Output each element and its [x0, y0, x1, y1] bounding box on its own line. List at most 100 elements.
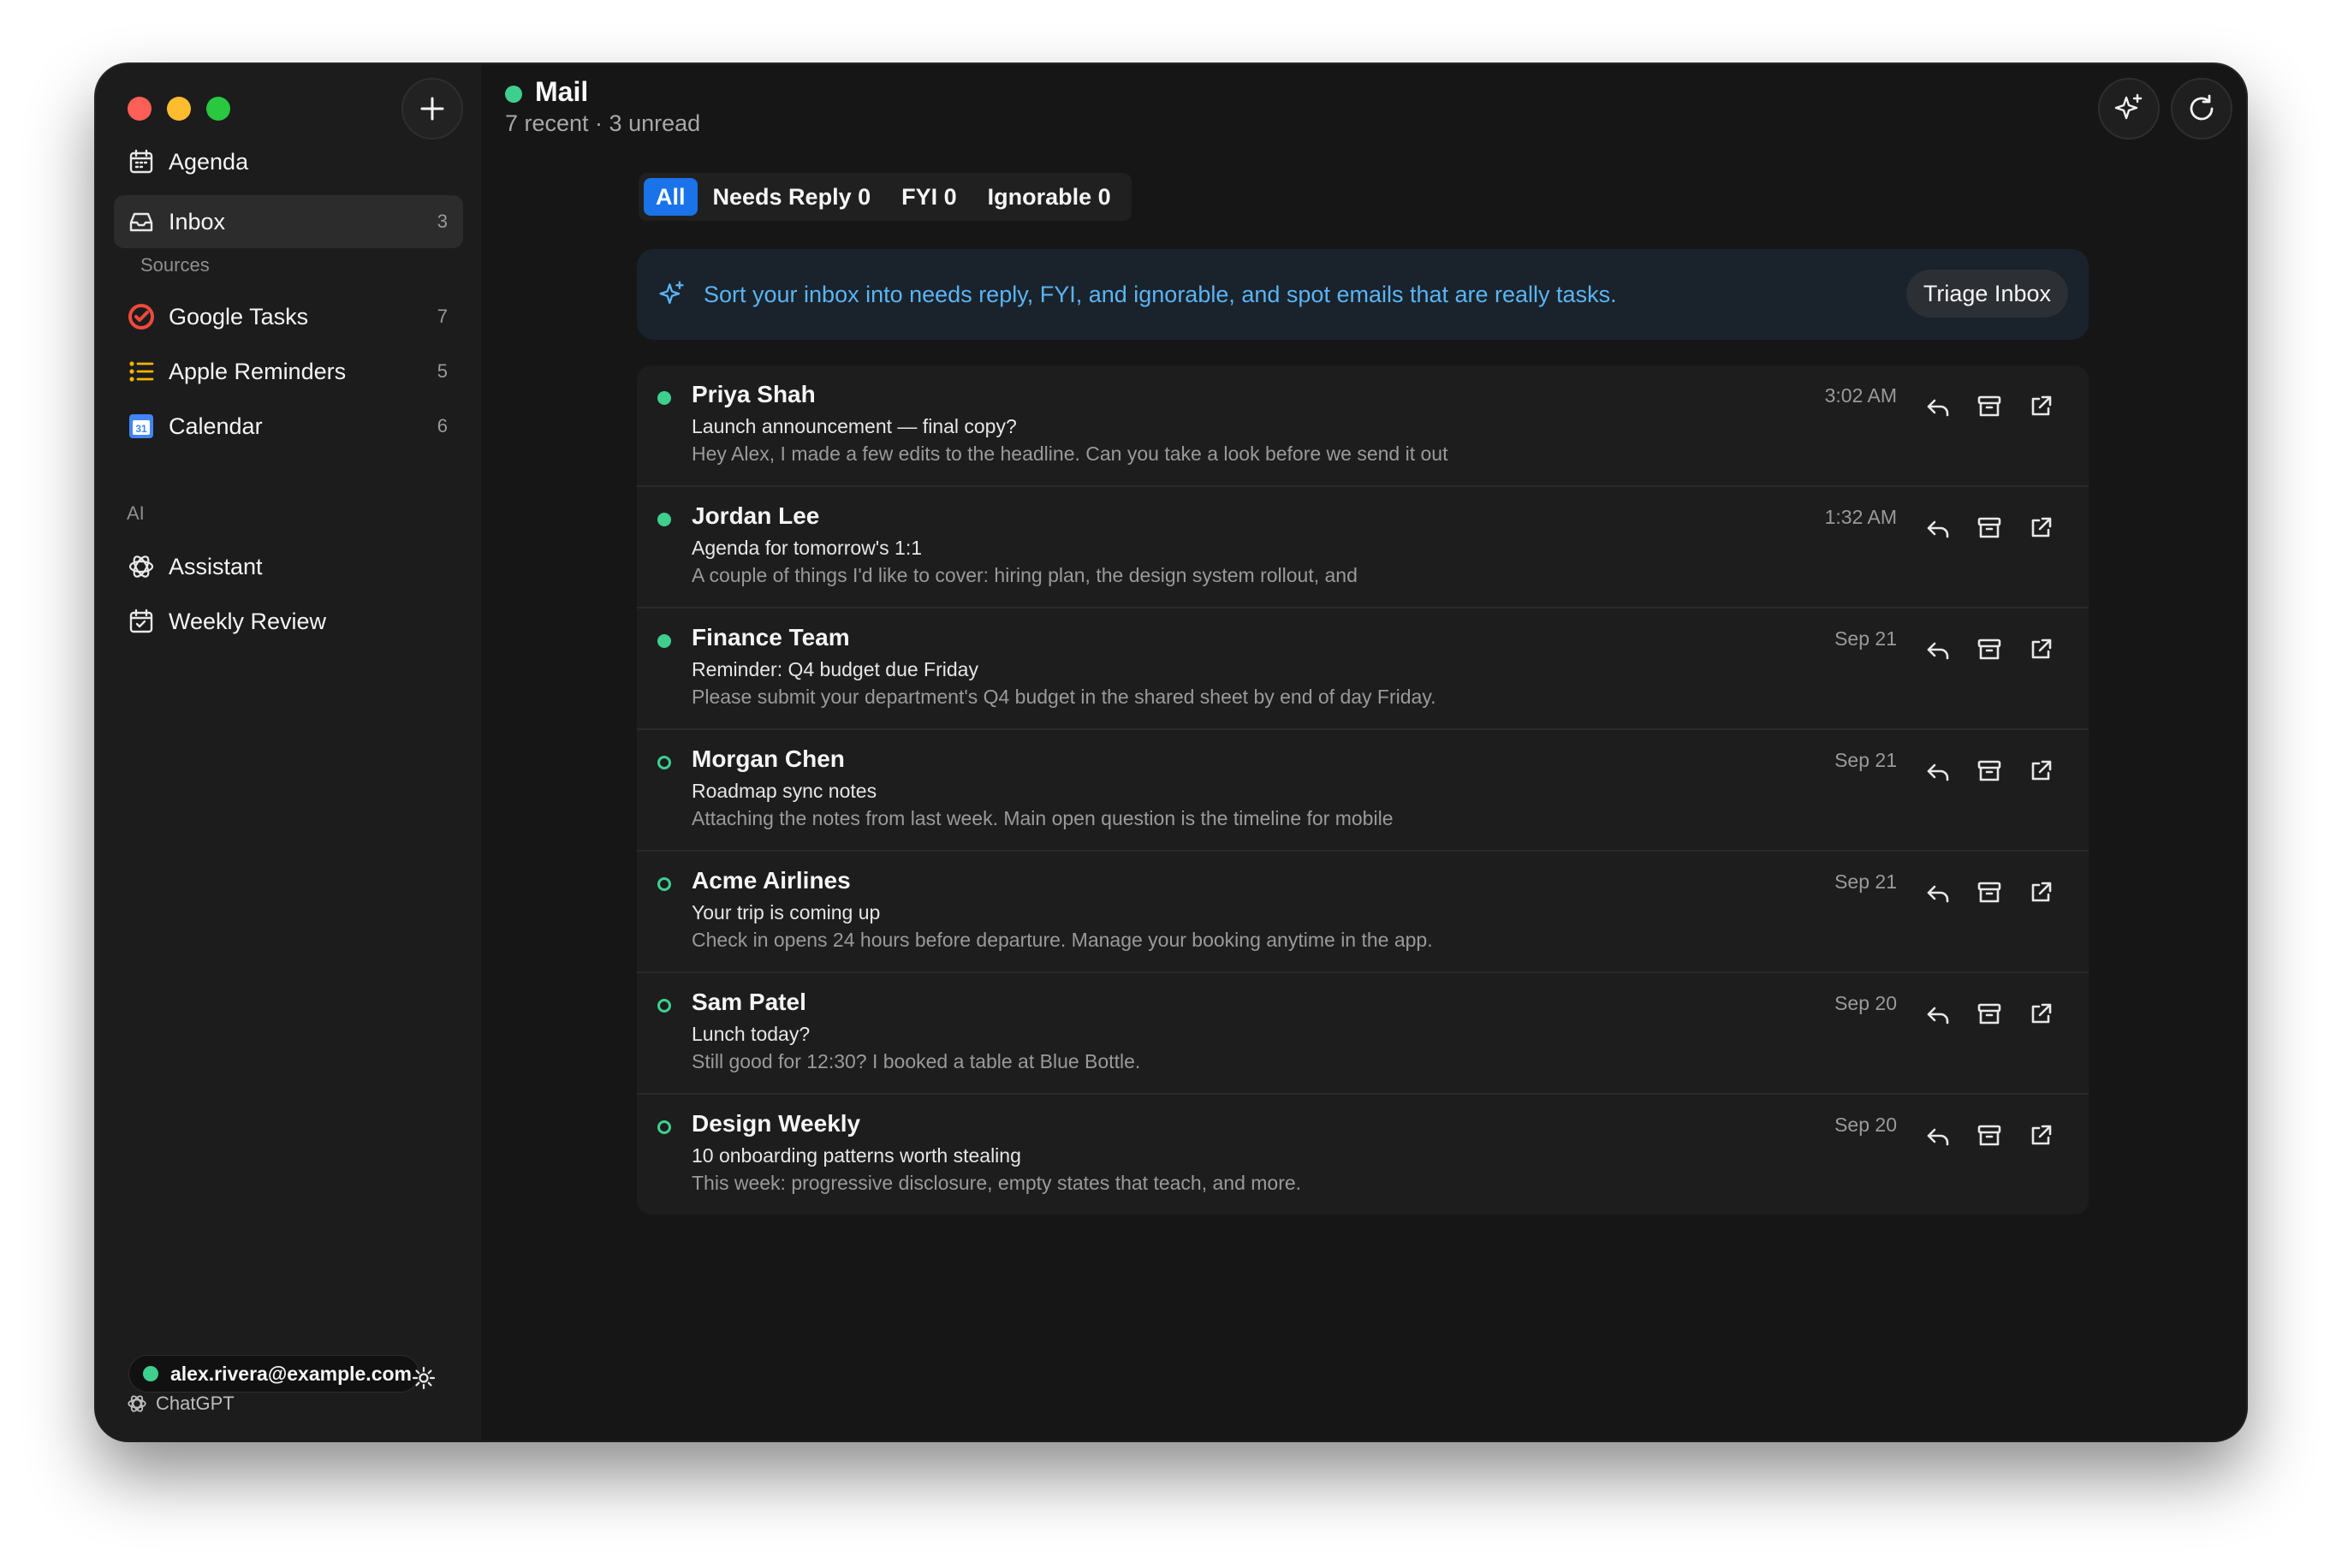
external-link-icon [2031, 882, 2052, 902]
email-list: Priya Shah Launch announcement — final co… [637, 365, 2089, 1215]
triage-banner: Sort your inbox into needs reply, FYI, a… [637, 249, 2089, 340]
reply-button[interactable] [1921, 1119, 1955, 1153]
archive-button[interactable] [1972, 389, 2006, 424]
email-subject: Launch announcement — final copy? [692, 415, 1017, 437]
email-row[interactable]: Finance Team Reminder: Q4 budget due Frid… [637, 609, 2089, 730]
email-preview: Please submit your department's Q4 budge… [692, 686, 1436, 708]
sidebar-item-agenda[interactable]: Agenda [114, 135, 463, 188]
sidebar-item-weekly-review[interactable]: Weekly Review [114, 595, 463, 648]
email-time: Sep 21 [1834, 870, 1897, 893]
sidebar-item-calendar[interactable]: 31 Calendar 6 [114, 400, 463, 453]
filter-tab-all[interactable]: All [644, 178, 698, 216]
sidebar-item-label: Calendar [169, 413, 263, 439]
inbox-icon [128, 208, 155, 235]
email-time: Sep 20 [1834, 992, 1897, 1014]
external-link-icon [2031, 638, 2052, 659]
sidebar-item-apple-reminders[interactable]: Apple Reminders 5 [114, 345, 463, 398]
reply-button[interactable] [1921, 997, 1955, 1031]
calendar-icon [128, 148, 155, 175]
reply-button[interactable] [1921, 754, 1955, 788]
ai-sparkle-button[interactable] [2098, 78, 2160, 140]
email-sender: Finance Team [692, 624, 850, 650]
open-external-button[interactable] [2024, 1119, 2058, 1153]
reply-button[interactable] [1921, 389, 1955, 424]
email-preview: Check in opens 24 hours before departure… [692, 929, 1433, 951]
app-window: Agenda Inbox 3 Sources Google Tasks 7 Ap… [96, 64, 2246, 1440]
email-time: 1:32 AM [1824, 506, 1897, 528]
new-item-button[interactable] [401, 78, 463, 140]
sidebar-item-assistant[interactable]: Assistant [114, 540, 463, 593]
filter-tab-needs-reply[interactable]: Needs Reply 0 [698, 178, 887, 216]
google-tasks-icon [128, 303, 155, 330]
calendar-check-icon [128, 608, 155, 635]
email-subject: Roadmap sync notes [692, 780, 877, 802]
sidebar-item-count: 6 [437, 415, 448, 437]
minimize-window-button[interactable] [167, 97, 191, 121]
sidebar-item-count: 5 [437, 360, 448, 382]
email-subject: Lunch today? [692, 1023, 811, 1045]
reply-icon [1927, 1007, 1949, 1025]
sidebar-item-label: Weekly Review [169, 608, 327, 634]
email-row[interactable]: Acme Airlines Your trip is coming up Check… [637, 852, 2089, 973]
refresh-button[interactable] [2171, 78, 2232, 140]
account-status-dot [143, 1366, 158, 1381]
filter-tabs: All Needs Reply 0 FYI 0 Ignorable 0 [639, 173, 1132, 221]
archive-icon [1977, 882, 2001, 903]
archive-button[interactable] [1972, 511, 2006, 545]
calendar-app-icon: 31 [128, 413, 155, 440]
open-external-button[interactable] [2024, 754, 2058, 788]
email-preview: Hey Alex, I made a few edits to the head… [692, 442, 1448, 465]
open-external-button[interactable] [2024, 876, 2058, 910]
sidebar-item-label: Google Tasks [169, 303, 309, 330]
close-window-button[interactable] [128, 97, 152, 121]
email-sender: Morgan Chen [692, 745, 845, 772]
unread-dot [657, 634, 671, 648]
archive-button[interactable] [1972, 1119, 2006, 1153]
archive-button[interactable] [1972, 997, 2006, 1031]
openai-icon [128, 553, 155, 580]
sidebar-item-google-tasks[interactable]: Google Tasks 7 [114, 290, 463, 343]
email-row[interactable]: Priya Shah Launch announcement — final co… [637, 365, 2089, 487]
account-chip[interactable]: alex.rivera@example.com [128, 1355, 419, 1393]
triage-inbox-button[interactable]: Triage Inbox [1905, 270, 2068, 318]
open-external-button[interactable] [2024, 997, 2058, 1031]
read-dot [657, 999, 671, 1013]
reply-button[interactable] [1921, 876, 1955, 910]
archive-button[interactable] [1972, 633, 2006, 667]
sidebar-item-inbox[interactable]: Inbox 3 [114, 195, 463, 248]
email-row[interactable]: Sam Patel Lunch today? Still good for 12:3… [637, 973, 2089, 1095]
archive-button[interactable] [1972, 754, 2006, 788]
filter-tab-ignorable[interactable]: Ignorable 0 [972, 178, 1126, 216]
external-link-icon [2031, 760, 2052, 781]
email-time: Sep 20 [1834, 1114, 1897, 1136]
open-external-button[interactable] [2024, 511, 2058, 545]
settings-button[interactable] [411, 1365, 437, 1395]
read-dot [657, 1120, 671, 1134]
archive-button[interactable] [1972, 876, 2006, 910]
open-external-button[interactable] [2024, 389, 2058, 424]
email-preview: Still good for 12:30? I booked a table a… [692, 1050, 1141, 1072]
email-row[interactable]: Jordan Lee Agenda for tomorrow's 1:1 A cou… [637, 487, 2089, 609]
filter-tab-fyi[interactable]: FYI 0 [886, 178, 972, 216]
sidebar-item-count: 7 [437, 306, 448, 327]
email-preview: This week: progressive disclosure, empty… [692, 1172, 1302, 1194]
mail-status-dot [505, 86, 522, 103]
email-row[interactable]: Design Weekly 10 onboarding patterns wort… [637, 1095, 2089, 1215]
reply-button[interactable] [1921, 633, 1955, 667]
open-external-button[interactable] [2024, 633, 2058, 667]
sidebar-item-label: Inbox [169, 208, 226, 235]
email-preview: Attaching the notes from last week. Main… [692, 807, 1394, 829]
email-subject: Your trip is coming up [692, 901, 881, 924]
sidebar-item-label: Agenda [169, 148, 249, 175]
archive-icon [1977, 1125, 2001, 1146]
reply-icon [1927, 520, 1949, 538]
page-title: Mail [535, 76, 589, 107]
reply-button[interactable] [1921, 511, 1955, 545]
reply-icon [1927, 763, 1949, 781]
email-sender: Design Weekly [692, 1110, 861, 1137]
email-row[interactable]: Morgan Chen Roadmap sync notes Attaching t… [637, 730, 2089, 852]
sources-section-label: Sources [140, 254, 210, 276]
archive-icon [1977, 517, 2001, 538]
zoom-window-button[interactable] [206, 97, 230, 121]
archive-icon [1977, 395, 2001, 417]
